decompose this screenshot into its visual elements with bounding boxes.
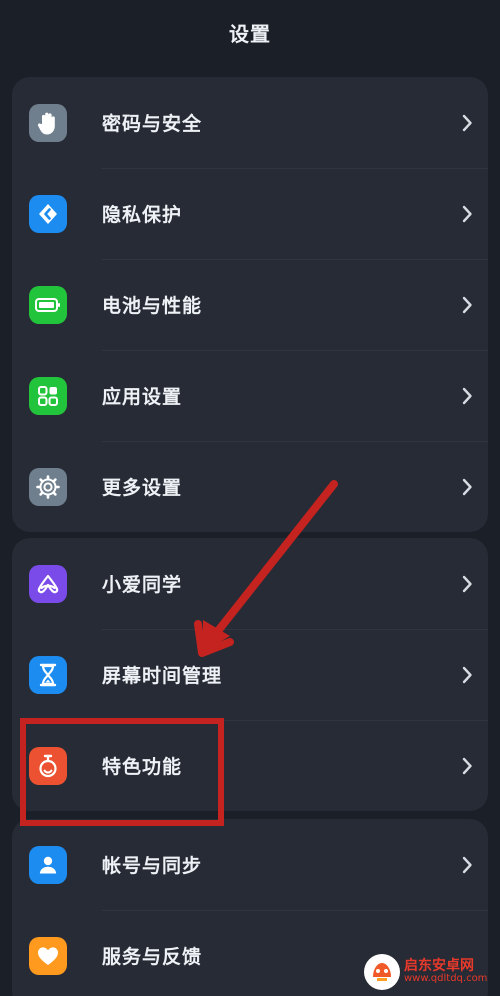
chevron-right-icon — [462, 478, 472, 495]
chevron-right-icon — [462, 575, 472, 592]
settings-item-account-sync[interactable]: 帐号与同步 — [12, 819, 488, 910]
settings-item-screen-time[interactable]: 屏幕时间管理 — [12, 629, 488, 720]
hand-icon — [29, 103, 67, 142]
settings-item-label: 屏幕时间管理 — [102, 665, 223, 687]
heart-icon — [29, 936, 67, 975]
settings-item-app-settings[interactable]: 应用设置 — [12, 350, 488, 441]
settings-group-1: 密码与安全 隐私保护 电池与性能 应用设置 更多设置 — [12, 77, 488, 532]
settings-item-battery[interactable]: 电池与性能 — [12, 259, 488, 350]
chevron-right-icon — [462, 757, 472, 774]
settings-item-label: 电池与性能 — [102, 295, 203, 317]
settings-item-label: 小爱同学 — [102, 574, 183, 596]
hourglass-icon — [29, 655, 67, 694]
stopwatch-icon — [29, 746, 67, 785]
settings-group-3: 帐号与同步 服务与反馈 — [12, 819, 488, 996]
settings-item-label: 密码与安全 — [102, 113, 203, 135]
chevron-right-icon — [462, 856, 472, 873]
chevron-right-icon — [462, 114, 472, 131]
header: 设置 — [0, 0, 500, 64]
settings-item-special-features[interactable]: 特色功能 — [12, 720, 488, 811]
settings-item-label: 隐私保护 — [102, 204, 183, 226]
settings-item-label: 帐号与同步 — [102, 855, 203, 877]
battery-icon — [29, 285, 67, 324]
xiaoai-icon — [29, 564, 67, 603]
chevron-right-icon — [462, 387, 472, 404]
settings-item-more-settings[interactable]: 更多设置 — [12, 441, 488, 532]
chevron-right-icon — [462, 666, 472, 683]
settings-group-2: 小爱同学 屏幕时间管理 特色功能 — [12, 538, 488, 811]
chevron-right-icon — [462, 296, 472, 313]
settings-item-label: 服务与反馈 — [102, 946, 203, 968]
settings-item-label: 更多设置 — [102, 477, 183, 499]
person-icon — [29, 845, 67, 884]
settings-screen: 设置 密码与安全 隐私保护 电池与性能 应用设置 更多设置 小爱同学 屏幕时间管… — [0, 0, 500, 996]
settings-item-label: 应用设置 — [102, 386, 183, 408]
apps-grid-icon — [29, 376, 67, 415]
privacy-shield-icon — [29, 194, 67, 233]
settings-item-password-security[interactable]: 密码与安全 — [12, 77, 488, 168]
page-title: 设置 — [229, 21, 271, 46]
settings-item-label: 特色功能 — [102, 756, 183, 778]
gear-icon — [29, 467, 67, 506]
settings-item-xiaoai[interactable]: 小爱同学 — [12, 538, 488, 629]
chevron-right-icon — [462, 205, 472, 222]
settings-item-privacy[interactable]: 隐私保护 — [12, 168, 488, 259]
settings-item-service-feedback[interactable]: 服务与反馈 — [12, 910, 488, 996]
